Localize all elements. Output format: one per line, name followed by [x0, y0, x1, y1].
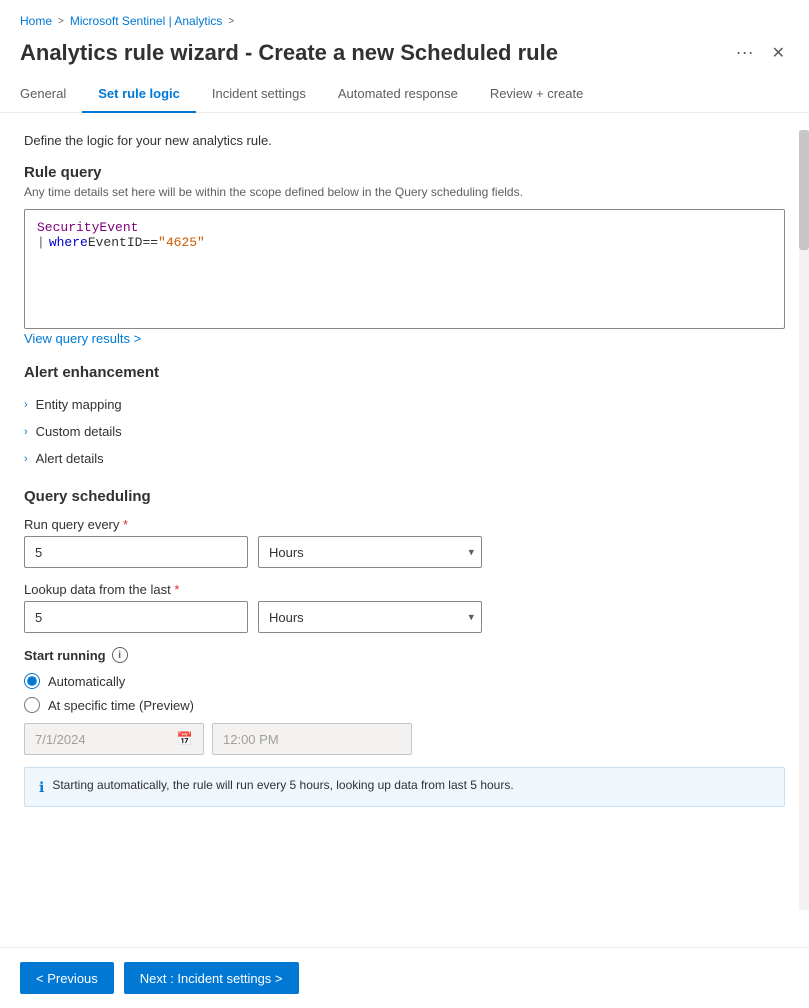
time-input: 12:00 PM [212, 723, 412, 755]
lookup-unit-select[interactable]: Hours [258, 601, 482, 633]
breadcrumb: Home > Microsoft Sentinel | Analytics > [0, 0, 809, 34]
alert-enhancement-section: Alert enhancement › Entity mapping › Cus… [24, 364, 785, 472]
start-running-label: Start running i [24, 647, 785, 663]
rule-query-section: Rule query Any time details set here wil… [24, 164, 785, 329]
radio-automatically-label: Automatically [48, 674, 125, 689]
footer: < Previous Next : Incident settings > [0, 947, 809, 1008]
radio-group: Automatically At specific time (Preview) [24, 673, 785, 713]
code-editor[interactable]: SecurityEvent | where EventID == "4625" [24, 209, 785, 329]
tab-review-create[interactable]: Review + create [474, 78, 600, 113]
code-keyword-security-event: SecurityEvent [37, 220, 138, 235]
rule-query-title: Rule query [24, 164, 785, 181]
chevron-right-icon-alert: › [24, 453, 28, 465]
chevron-right-icon-custom: › [24, 426, 28, 438]
alert-details-item[interactable]: › Alert details [24, 445, 785, 472]
lookup-label: Lookup data from the last * [24, 582, 785, 597]
radio-specific-time-input[interactable] [24, 697, 40, 713]
more-options-icon[interactable]: ··· [732, 38, 758, 67]
date-input: 7/1/2024 📅 [24, 723, 204, 755]
entity-mapping-label: Entity mapping [36, 397, 122, 412]
breadcrumb-home[interactable]: Home [20, 14, 52, 28]
tab-set-rule-logic[interactable]: Set rule logic [82, 78, 196, 113]
code-value: "4625" [158, 235, 205, 250]
query-scheduling-title: Query scheduling [24, 488, 785, 505]
page-title: Analytics rule wizard - Create a new Sch… [20, 40, 732, 66]
next-button[interactable]: Next : Incident settings > [124, 962, 299, 994]
rule-query-subtitle: Any time details set here will be within… [24, 185, 785, 199]
code-op: == [142, 235, 158, 250]
main-content: Define the logic for your new analytics … [0, 113, 809, 827]
close-icon[interactable]: ✕ [768, 39, 789, 67]
scrollbar-thumb[interactable] [799, 130, 809, 250]
previous-button[interactable]: < Previous [20, 962, 114, 994]
entity-mapping-item[interactable]: › Entity mapping [24, 391, 785, 418]
run-query-group: Run query every * Hours ▾ [24, 517, 785, 568]
tab-general[interactable]: General [20, 78, 82, 113]
code-pipe: | [37, 235, 45, 250]
code-where: where [49, 235, 88, 250]
code-field: EventID [88, 235, 143, 250]
tabs-nav: General Set rule logic Incident settings… [0, 77, 809, 113]
custom-details-item[interactable]: › Custom details [24, 418, 785, 445]
run-query-unit-select[interactable]: Hours [258, 536, 482, 568]
time-value: 12:00 PM [223, 732, 279, 747]
lookup-unit-wrapper: Hours ▾ [258, 601, 482, 633]
radio-automatically-input[interactable] [24, 673, 40, 689]
alert-enhancement-title: Alert enhancement [24, 364, 785, 381]
title-icons: ··· ✕ [732, 38, 789, 67]
datetime-row: 7/1/2024 📅 12:00 PM [24, 723, 785, 755]
view-results-link[interactable]: View query results > [24, 331, 141, 346]
lookup-row: Hours ▾ [24, 601, 785, 633]
title-bar: Analytics rule wizard - Create a new Sch… [0, 34, 809, 77]
scrollbar-track[interactable] [799, 130, 809, 910]
info-box-message: Starting automatically, the rule will ru… [52, 778, 513, 792]
breadcrumb-sentinel[interactable]: Microsoft Sentinel | Analytics [70, 14, 223, 28]
lookup-value-input[interactable] [24, 601, 248, 633]
radio-automatically[interactable]: Automatically [24, 673, 785, 689]
chevron-right-icon-entity: › [24, 399, 28, 411]
start-running-section: Start running i Automatically At specifi… [24, 647, 785, 807]
radio-specific-time[interactable]: At specific time (Preview) [24, 697, 785, 713]
radio-specific-time-label: At specific time (Preview) [48, 698, 194, 713]
tab-incident-settings[interactable]: Incident settings [196, 78, 322, 113]
code-line-1: SecurityEvent [37, 220, 772, 235]
date-value: 7/1/2024 [35, 732, 86, 747]
alert-details-label: Alert details [36, 451, 104, 466]
custom-details-label: Custom details [36, 424, 122, 439]
start-running-info-icon[interactable]: i [112, 647, 128, 663]
query-scheduling-section: Query scheduling Run query every * Hours… [24, 488, 785, 807]
breadcrumb-sep1: > [58, 16, 64, 27]
code-line-2: | where EventID == "4625" [37, 235, 772, 250]
run-query-value-input[interactable] [24, 536, 248, 568]
run-query-label: Run query every * [24, 517, 785, 532]
tab-automated-response[interactable]: Automated response [322, 78, 474, 113]
info-box-icon: ℹ [39, 779, 44, 796]
lookup-group: Lookup data from the last * Hours ▾ [24, 582, 785, 633]
info-box: ℹ Starting automatically, the rule will … [24, 767, 785, 807]
breadcrumb-sep2: > [228, 16, 234, 27]
code-editor-wrapper: ⤢ SecurityEvent | where EventID == "4625… [24, 209, 785, 329]
run-query-unit-wrapper: Hours ▾ [258, 536, 482, 568]
run-query-row: Hours ▾ [24, 536, 785, 568]
section-description: Define the logic for your new analytics … [24, 133, 785, 148]
calendar-icon: 📅 [177, 731, 193, 747]
